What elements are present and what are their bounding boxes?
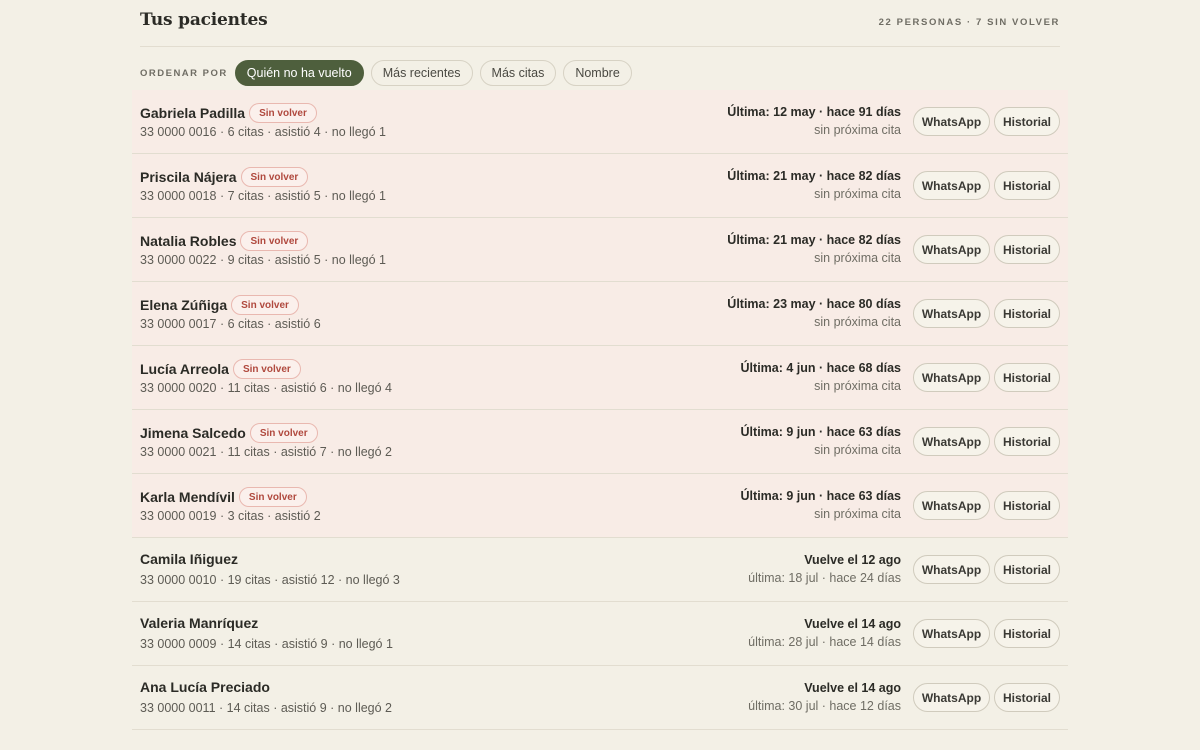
patient-next-appointment: sin próxima cita (814, 315, 901, 329)
patient-next-appointment: sin próxima cita (814, 379, 901, 393)
patient-next-appointment: sin próxima cita (814, 123, 901, 137)
patient-meta: 33 0000 0022 · 9 citas · asistió 5 · no … (140, 253, 386, 267)
patient-row: Jimena Salcedo Sin volver 33 0000 0021 · 1… (132, 410, 1068, 474)
patient-name-line: Elena Zúñiga Sin volver (140, 295, 299, 315)
history-button[interactable]: Historial (994, 683, 1060, 712)
patient-row: Priscila Nájera Sin volver 33 0000 0018 · … (132, 154, 1068, 218)
status-badge-sin-volver: Sin volver (240, 167, 309, 187)
patient-last-visit: Última: 9 jun · hace 63 días (740, 489, 901, 503)
patient-last-visit: Vuelve el 14 ago (804, 617, 901, 631)
patient-meta: 33 0000 0011 · 14 citas · asistió 9 · no… (140, 701, 393, 715)
patient-next-appointment: última: 18 jul · hace 24 días (748, 571, 901, 585)
patient-last-visit: Última: 21 may · hace 82 días (727, 233, 901, 247)
patient-last-visit: Última: 12 may · hace 91 días (727, 105, 901, 119)
page-header: Tus pacientes 22 PERSONAS · 7 SIN VOLVER (140, 0, 1060, 47)
patient-next-appointment: sin próxima cita (814, 443, 901, 457)
patients-page: Tus pacientes 22 PERSONAS · 7 SIN VOLVER… (0, 0, 1200, 750)
patient-last-visit: Vuelve el 12 ago (804, 553, 901, 567)
history-button[interactable]: Historial (994, 235, 1060, 264)
patient-next-appointment: última: 28 jul · hace 14 días (748, 635, 901, 649)
patient-name: Natalia Robles (140, 233, 237, 249)
patient-row: Natalia Robles Sin volver 33 0000 0022 · 9… (132, 218, 1068, 282)
patient-next-appointment: sin próxima cita (814, 507, 901, 521)
status-badge-sin-volver: Sin volver (231, 295, 299, 315)
patient-name-line: Ana Lucía Preciado (140, 679, 270, 695)
patient-name: Gabriela Padilla (140, 105, 246, 121)
whatsapp-button[interactable]: WhatsApp (913, 235, 990, 264)
sort-name-button[interactable]: Nombre (563, 60, 632, 86)
status-badge-sin-volver: Sin volver (249, 103, 317, 123)
patient-meta: 33 0000 0016 · 6 citas · asistió 4 · no … (140, 125, 386, 139)
patient-meta: 33 0000 0017 · 6 citas · asistió 6 (140, 317, 321, 331)
patient-next-appointment: sin próxima cita (814, 187, 901, 201)
patient-name: Elena Zúñiga (140, 297, 228, 313)
patients-summary: 22 PERSONAS · 7 SIN VOLVER (878, 16, 1060, 28)
whatsapp-button[interactable]: WhatsApp (913, 363, 990, 392)
whatsapp-button[interactable]: WhatsApp (913, 171, 990, 200)
history-button[interactable]: Historial (994, 555, 1060, 584)
patient-name-line: Natalia Robles Sin volver (140, 231, 309, 251)
patient-name-line: Jimena Salcedo Sin volver (140, 423, 318, 443)
sort-label: ORDENAR POR (140, 67, 228, 79)
patient-meta: 33 0000 0009 · 14 citas · asistió 9 · no… (140, 637, 393, 651)
whatsapp-button[interactable]: WhatsApp (913, 491, 990, 520)
history-button[interactable]: Historial (994, 363, 1060, 392)
patients-list: Gabriela Padilla Sin volver 33 0000 0016 ·… (132, 90, 1068, 730)
patient-name: Karla Mendívil (140, 489, 235, 505)
sort-bar: ORDENAR POR Quién no ha vuelto Más recie… (140, 59, 639, 87)
patient-last-visit: Vuelve el 14 ago (804, 681, 901, 695)
whatsapp-button[interactable]: WhatsApp (913, 107, 990, 136)
patient-meta: 33 0000 0019 · 3 citas · asistió 2 (140, 509, 321, 523)
status-badge-sin-volver: Sin volver (240, 231, 309, 251)
patient-meta: 33 0000 0010 · 19 citas · asistió 12 · n… (140, 573, 400, 587)
patient-meta: 33 0000 0021 · 11 citas · asistió 7 · no… (140, 445, 393, 459)
whatsapp-button[interactable]: WhatsApp (913, 683, 990, 712)
whatsapp-button[interactable]: WhatsApp (913, 555, 990, 584)
patient-name-line: Karla Mendívil Sin volver (140, 487, 307, 507)
whatsapp-button[interactable]: WhatsApp (913, 427, 990, 456)
patient-name: Lucía Arreola (140, 361, 229, 377)
patient-row: Elena Zúñiga Sin volver 33 0000 0017 · 6 c… (132, 282, 1068, 346)
sort-not-returned-button[interactable]: Quién no ha vuelto (234, 60, 364, 86)
patient-meta: 33 0000 0020 · 11 citas · asistió 6 · no… (140, 381, 393, 395)
status-badge-sin-volver: Sin volver (249, 423, 318, 443)
patient-row: Camila Iñiguez 33 0000 0010 · 19 citas · … (132, 538, 1068, 602)
patient-row: Valeria Manríquez 33 0000 0009 · 14 citas… (132, 602, 1068, 666)
patient-name-line: Valeria Manríquez (140, 615, 258, 631)
patient-name: Priscila Nájera (140, 169, 237, 185)
patient-last-visit: Última: 4 jun · hace 68 días (740, 361, 901, 375)
patient-name: Ana Lucía Preciado (140, 679, 270, 695)
patient-row: Gabriela Padilla Sin volver 33 0000 0016 ·… (132, 90, 1068, 154)
patient-row: Karla Mendívil Sin volver 33 0000 0019 · 3… (132, 474, 1068, 538)
history-button[interactable]: Historial (994, 107, 1060, 136)
patient-name-line: Priscila Nájera Sin volver (140, 167, 309, 187)
patient-name: Valeria Manríquez (140, 615, 259, 631)
patient-name-line: Camila Iñiguez (140, 551, 238, 567)
patient-name-line: Lucía Arreola Sin volver (140, 359, 301, 379)
status-badge-sin-volver: Sin volver (238, 487, 307, 507)
patient-next-appointment: última: 30 jul · hace 12 días (748, 699, 901, 713)
whatsapp-button[interactable]: WhatsApp (913, 619, 990, 648)
history-button[interactable]: Historial (994, 619, 1060, 648)
history-button[interactable]: Historial (994, 491, 1060, 520)
patient-meta: 33 0000 0018 · 7 citas · asistió 5 · no … (140, 189, 386, 203)
history-button[interactable]: Historial (994, 171, 1060, 200)
patient-last-visit: Última: 9 jun · hace 63 días (740, 425, 901, 439)
patient-last-visit: Última: 23 may · hace 80 días (727, 297, 901, 311)
status-badge-sin-volver: Sin volver (232, 359, 301, 379)
patient-row: Lucía Arreola Sin volver 33 0000 0020 · 11… (132, 346, 1068, 410)
whatsapp-button[interactable]: WhatsApp (913, 299, 990, 328)
patient-name: Camila Iñiguez (140, 551, 239, 567)
patient-name: Jimena Salcedo (140, 425, 246, 441)
sort-most-appointments-button[interactable]: Más citas (479, 60, 557, 86)
sort-most-recent-button[interactable]: Más recientes (370, 60, 473, 86)
history-button[interactable]: Historial (994, 299, 1060, 328)
patient-name-line: Gabriela Padilla Sin volver (140, 103, 317, 123)
history-button[interactable]: Historial (994, 427, 1060, 456)
patient-last-visit: Última: 21 may · hace 82 días (727, 169, 901, 183)
patient-row: Ana Lucía Preciado 33 0000 0011 · 14 cita… (132, 666, 1068, 730)
patient-next-appointment: sin próxima cita (814, 251, 901, 265)
page-title: Tus pacientes (140, 10, 268, 30)
